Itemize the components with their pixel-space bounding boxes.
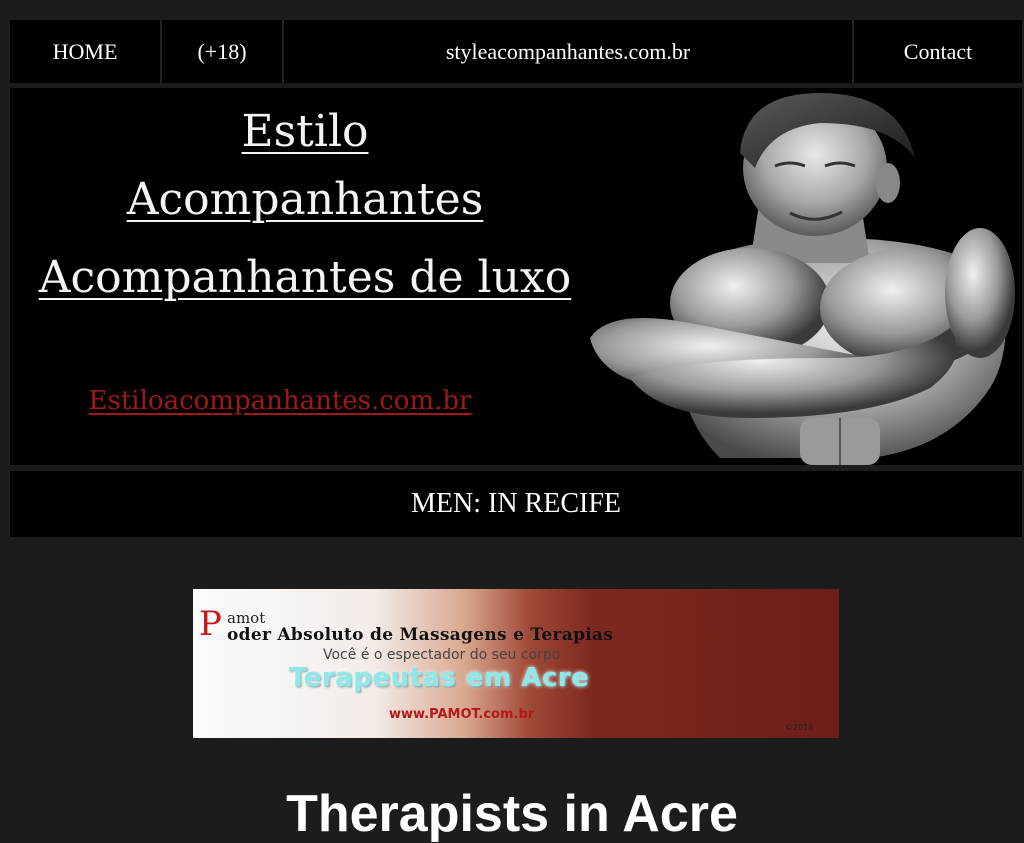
- pamot-ad-banner[interactable]: P amot oder Absoluto de Massagens e Tera…: [193, 589, 839, 738]
- section-title: MEN: IN RECIFE: [411, 488, 621, 519]
- nav-adult-link[interactable]: (+18): [162, 20, 284, 83]
- ad-initial: P: [199, 604, 222, 644]
- ad-year: ©2016: [785, 723, 814, 732]
- ad-headline: Terapeutas em Acre: [289, 663, 590, 693]
- nav-site-link[interactable]: styleacompanhantes.com.br: [284, 20, 854, 83]
- nav-contact-link[interactable]: Contact: [854, 20, 1022, 83]
- ad-brand-line2: oder Absoluto de Massagens e Terapias: [227, 625, 614, 645]
- bottom-heading: Therapists in Acre: [286, 785, 738, 843]
- ad-subtitle: Você é o espectador do seu corpo: [323, 647, 561, 663]
- banner-site-link[interactable]: Estiloacompanhantes.com.br: [10, 386, 550, 416]
- banner-line-estilo: Estilo: [241, 106, 369, 157]
- man-illustration-image: [590, 93, 1015, 465]
- hero-banner: Estilo Acompanhantes Acompanhantes de lu…: [10, 88, 1022, 465]
- top-nav: HOME (+18) styleacompanhantes.com.br Con…: [10, 20, 1022, 83]
- banner-line-acompanhantes: Acompanhantes: [126, 174, 484, 225]
- nav-home-link[interactable]: HOME: [10, 20, 162, 83]
- section-title-bar: MEN: IN RECIFE: [10, 471, 1022, 537]
- ad-url: www.PAMOT.com.br: [389, 707, 535, 722]
- banner-line-luxo: Acompanhantes de luxo: [38, 252, 572, 303]
